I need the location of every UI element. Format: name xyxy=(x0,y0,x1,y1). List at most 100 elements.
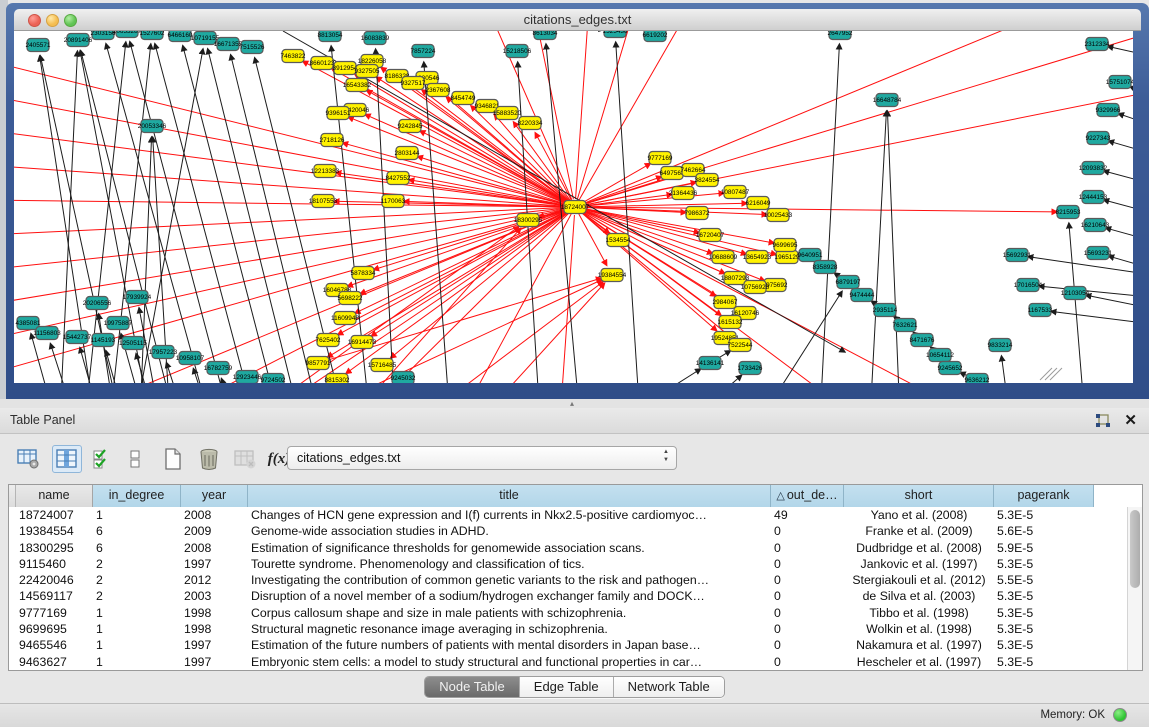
graph-node[interactable]: 10025433 xyxy=(764,209,793,222)
cell-short[interactable]: Stergiakouli et al. (2012) xyxy=(844,572,994,588)
cell-short[interactable]: Yano et al. (2008) xyxy=(844,507,994,523)
cell-year[interactable]: 2008 xyxy=(181,540,248,556)
graph-node[interactable]: 12103054 xyxy=(1061,287,1090,300)
graph-node[interactable]: 10653287 xyxy=(113,31,142,38)
graph-node[interactable]: 2803144 xyxy=(395,147,420,160)
graph-node[interactable]: 10688609 xyxy=(709,251,738,264)
graph-edge[interactable] xyxy=(14,209,567,375)
graph-node[interactable]: 15692931 xyxy=(1003,249,1032,262)
graph-edge[interactable] xyxy=(14,208,567,305)
row-height-button[interactable] xyxy=(120,445,150,473)
cell-short[interactable]: Jankovic et al. (1997) xyxy=(844,556,994,572)
cell-out_de[interactable]: 0 xyxy=(771,637,844,653)
cell-out_de[interactable]: 0 xyxy=(771,588,844,604)
graph-node[interactable]: 1525436 xyxy=(603,31,628,38)
cell-title[interactable]: Corpus callosum shape and size in male p… xyxy=(248,605,771,621)
graph-edge[interactable] xyxy=(560,215,574,383)
graph-node[interactable]: 9699695 xyxy=(773,239,798,252)
graph-node[interactable]: 1965129 xyxy=(775,251,800,264)
graph-edge[interactable] xyxy=(760,291,842,383)
graph-node[interactable]: 8427552 xyxy=(386,172,411,185)
graph-node[interactable]: 5698222 xyxy=(338,292,363,305)
graph-node[interactable]: 16720407 xyxy=(696,229,725,242)
graph-node[interactable]: 6216049 xyxy=(746,197,771,210)
cell-title[interactable]: Changes of HCN gene expression and I(f) … xyxy=(248,507,771,523)
tab-edge-table[interactable]: Edge Table xyxy=(519,677,613,697)
graph-edge[interactable] xyxy=(820,44,839,383)
graph-node[interactable]: 16914473 xyxy=(348,336,377,349)
cell-name[interactable]: 18724007 xyxy=(16,507,93,523)
graph-node[interactable]: 10958107 xyxy=(176,352,205,365)
delete-column-button[interactable] xyxy=(194,445,224,473)
graph-node[interactable]: 1145193 xyxy=(91,334,116,347)
cell-short[interactable]: Tibbo et al. (1998) xyxy=(844,605,994,621)
cell-title[interactable]: Estimation of the future numbers of pati… xyxy=(248,637,771,653)
graph-node[interactable]: 8813054 xyxy=(318,31,343,42)
table-row[interactable]: 1830029562008Estimation of significance … xyxy=(9,540,1127,556)
graph-edge[interactable] xyxy=(110,44,151,383)
cell-short[interactable]: Dudbridge et al. (2008) xyxy=(844,540,994,556)
graph-node[interactable]: 9245032 xyxy=(391,372,416,384)
cell-pagerank[interactable]: 5.6E-5 xyxy=(994,523,1094,539)
graph-edge[interactable] xyxy=(620,369,701,383)
table-row[interactable]: 977716911998Corpus callosum shape and si… xyxy=(9,605,1127,621)
tab-network-table[interactable]: Network Table xyxy=(613,677,724,697)
graph-node[interactable]: 3824554 xyxy=(695,174,720,187)
graph-node[interactable]: 8815302 xyxy=(325,374,350,384)
cell-out_de[interactable]: 0 xyxy=(771,556,844,572)
graph-node[interactable]: 6466160 xyxy=(168,31,193,42)
table-selector-dropdown[interactable]: citations_edges.txt ▲▼ xyxy=(287,446,677,470)
graph-node[interactable]: 16210643 xyxy=(1081,219,1110,232)
cell-title[interactable]: Genome-wide association studies in ADHD. xyxy=(248,523,771,539)
graph-edge[interactable] xyxy=(1106,228,1133,243)
graph-node[interactable]: 12213383 xyxy=(311,165,340,178)
cell-year[interactable]: 1998 xyxy=(181,621,248,637)
graph-node[interactable]: 17957223 xyxy=(149,346,178,359)
cell-in_degree[interactable]: 2 xyxy=(93,588,181,604)
graph-edge[interactable] xyxy=(582,163,651,203)
table-row[interactable]: 946362711997Embryonic stem cells: a mode… xyxy=(9,654,1127,670)
graph-node[interactable]: 18107553 xyxy=(309,195,338,208)
cell-pagerank[interactable]: 5.3E-5 xyxy=(994,556,1094,572)
cell-in_degree[interactable]: 1 xyxy=(93,621,181,637)
graph-node[interactable]: 15751074 xyxy=(1106,76,1133,89)
graph-edge[interactable] xyxy=(1104,200,1133,215)
graph-edge[interactable] xyxy=(260,211,568,383)
table-row[interactable]: 969969511998Structural magnetic resonanc… xyxy=(9,621,1127,637)
graph-node[interactable]: 20206556 xyxy=(83,297,112,310)
cell-name[interactable]: 9699695 xyxy=(16,621,93,637)
cell-name[interactable]: 19384554 xyxy=(16,523,93,539)
close-panel-icon[interactable]: ✕ xyxy=(1124,411,1137,429)
graph-node[interactable]: 19384554 xyxy=(598,269,627,282)
tab-node-table[interactable]: Node Table xyxy=(425,677,519,697)
select-rows-button[interactable] xyxy=(88,445,118,473)
scrollbar-thumb[interactable] xyxy=(1130,510,1140,588)
graph-node[interactable]: 7986372 xyxy=(685,207,710,220)
cell-title[interactable]: Estimation of significance thresholds fo… xyxy=(248,540,771,556)
cell-name[interactable]: 9115460 xyxy=(16,556,93,572)
graph-node[interactable]: 9474444 xyxy=(850,289,875,302)
graph-node[interactable]: 10654112 xyxy=(926,349,954,362)
graph-node[interactable]: 9227343 xyxy=(1086,132,1111,145)
canvas-resize-grip[interactable] xyxy=(1040,368,1062,380)
graph-edge[interactable] xyxy=(80,51,150,383)
graph-edge[interactable] xyxy=(1130,87,1133,100)
graph-node[interactable]: 9245652 xyxy=(938,362,963,375)
cell-short[interactable]: Nakamura et al. (1997) xyxy=(844,637,994,653)
cell-in_degree[interactable]: 6 xyxy=(93,540,181,556)
cell-in_degree[interactable]: 1 xyxy=(93,654,181,670)
graph-node[interactable]: 1170063 xyxy=(381,195,406,208)
graph-node[interactable]: 2935114 xyxy=(873,304,898,317)
graph-node[interactable]: 9636212 xyxy=(965,374,990,384)
graph-node[interactable]: 16543382 xyxy=(343,79,372,92)
graph-node[interactable]: 17939924 xyxy=(123,291,152,304)
graph-node[interactable]: 2718126 xyxy=(320,134,345,147)
cell-year[interactable]: 1998 xyxy=(181,605,248,621)
cell-name[interactable]: 9463627 xyxy=(16,654,93,670)
cell-out_de[interactable]: 0 xyxy=(771,605,844,621)
cell-short[interactable]: Hescheler et al. (1997) xyxy=(844,654,994,670)
graph-edge[interactable] xyxy=(14,207,567,235)
graph-node[interactable]: 2367608 xyxy=(426,84,451,97)
graph-edge[interactable] xyxy=(1028,257,1133,276)
cell-name[interactable]: 18300295 xyxy=(16,540,93,556)
